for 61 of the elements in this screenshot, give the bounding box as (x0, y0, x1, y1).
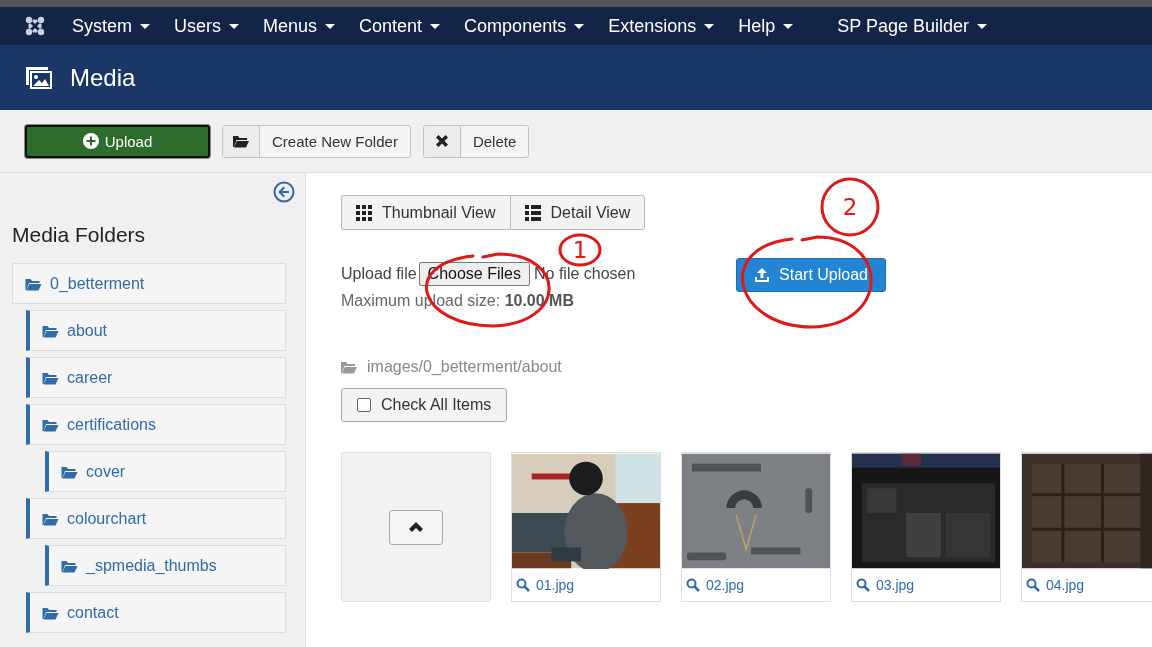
menu-button[interactable]: System (64, 7, 158, 45)
plus-circle-icon (82, 133, 99, 149)
menu-button[interactable]: Users (166, 7, 248, 45)
folder-icon (341, 360, 357, 374)
folder-item[interactable]: colourchart (26, 498, 286, 539)
caret-icon (325, 23, 336, 29)
folder-item[interactable]: about (26, 310, 286, 351)
folder-item[interactable]: 0_betterment (12, 263, 286, 304)
folder-icon (61, 558, 78, 573)
folder-icon (25, 276, 42, 291)
delete-button[interactable]: Delete (422, 124, 530, 158)
search-icon (1026, 578, 1040, 592)
up-button[interactable] (389, 509, 443, 545)
circled-number: 2 (820, 177, 880, 237)
folder-icon (61, 464, 78, 479)
caret-icon (229, 23, 240, 29)
caret-icon (977, 23, 988, 29)
menu-button[interactable]: Extensions (600, 7, 723, 45)
list-icon (524, 204, 541, 221)
folder-item[interactable]: _spmedia_thumbs (45, 545, 286, 586)
folder-item[interactable]: career (26, 357, 286, 398)
page-title: Media (70, 63, 136, 92)
search-icon (856, 578, 870, 592)
folder-icon (42, 323, 59, 338)
folder-item[interactable]: cover (45, 451, 286, 492)
chevron-up-icon (409, 522, 423, 532)
folder-icon (42, 370, 59, 385)
view-button[interactable]: Detail View (509, 195, 646, 230)
menu-button[interactable]: Help (730, 7, 802, 45)
check-all-button[interactable]: Check All Items (341, 388, 508, 422)
folder-icon (42, 511, 59, 526)
start-upload-button[interactable]: Start Upload (736, 258, 886, 292)
caret-icon (783, 23, 794, 29)
close-icon (434, 134, 449, 148)
menu-button[interactable]: SP Page Builder (829, 7, 996, 45)
image-icon (26, 66, 52, 89)
caret-icon (140, 23, 150, 29)
sidebar-title: Media Folders (12, 223, 147, 247)
new-folder-button[interactable]: Create New Folder (222, 124, 411, 158)
caret-icon (430, 23, 441, 29)
folder-path: images/0_betterment/about (367, 358, 562, 376)
menu-button[interactable]: Content (351, 7, 449, 45)
search-icon (686, 578, 700, 592)
search-icon (516, 578, 530, 592)
folder-icon (233, 134, 249, 148)
circled-number: 1 (558, 233, 602, 267)
upload-button[interactable]: Upload (25, 124, 210, 158)
folder-icon (42, 417, 59, 432)
grid-icon (356, 204, 372, 221)
menu-button[interactable]: Menus (255, 7, 344, 45)
upload-icon (754, 267, 771, 283)
folder-item[interactable]: certifications (26, 404, 286, 445)
folder-item[interactable]: contact (26, 592, 286, 633)
menu-button[interactable]: Components (456, 7, 593, 45)
caret-icon (704, 23, 715, 29)
upload-label: Upload file (341, 265, 417, 283)
folder-icon (42, 605, 59, 620)
flower-logo-icon (24, 15, 46, 37)
caret-icon (574, 23, 585, 29)
view-button[interactable]: Thumbnail View (341, 195, 510, 230)
checkbox[interactable] (357, 398, 371, 412)
